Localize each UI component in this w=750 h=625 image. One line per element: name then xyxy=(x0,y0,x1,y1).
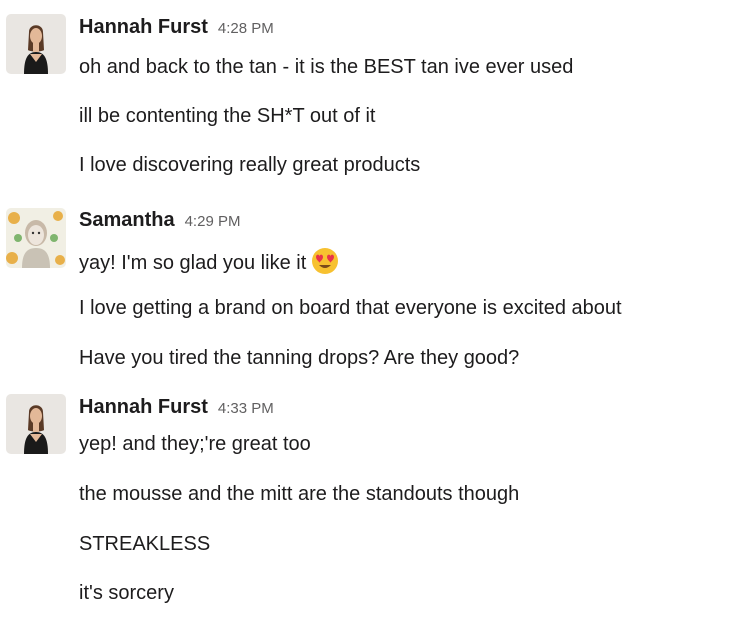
message-line: the mousse and the mitt are the standout… xyxy=(79,483,520,505)
message-author[interactable]: Hannah Furst xyxy=(79,16,208,38)
message-line: it's sorcery xyxy=(79,582,174,604)
message-line: yep! and they;'re great too xyxy=(79,433,311,455)
message-author[interactable]: Hannah Furst xyxy=(79,396,208,418)
message-line: ill be contenting the SH*T out of it xyxy=(79,105,376,127)
heart-eyes-emoji xyxy=(310,246,340,276)
message-timestamp[interactable]: 4:29 PM xyxy=(185,213,241,230)
avatar-hannah[interactable] xyxy=(6,14,66,74)
message-line: STREAKLESS xyxy=(79,533,211,555)
message-line: oh and back to the tan - it is the BEST … xyxy=(79,56,574,78)
message-line: yay! I'm so glad you like it xyxy=(79,246,340,276)
avatar-hannah[interactable] xyxy=(6,394,66,454)
message-text: yay! I'm so glad you like it xyxy=(79,252,307,274)
message-timestamp[interactable]: 4:33 PM xyxy=(218,400,274,417)
message-line: Have you tired the tanning drops? Are th… xyxy=(79,347,520,369)
avatar-samantha[interactable] xyxy=(6,208,66,268)
message-author[interactable]: Samantha xyxy=(79,209,175,231)
message-timestamp[interactable]: 4:28 PM xyxy=(218,20,274,37)
message-line: I love discovering really great products xyxy=(79,154,421,176)
message-line: I love getting a brand on board that eve… xyxy=(79,297,622,319)
